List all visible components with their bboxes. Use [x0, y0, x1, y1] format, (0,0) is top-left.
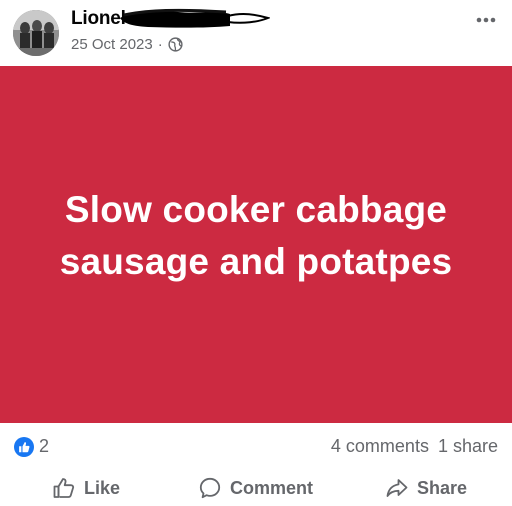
- meta-separator: ·: [157, 36, 163, 53]
- avatar[interactable]: [13, 10, 59, 56]
- like-reaction-icon: [14, 436, 34, 457]
- comment-button[interactable]: Comment: [198, 476, 313, 500]
- avatar-photo: [13, 10, 59, 56]
- engagement-counts: 4 comments 1 share: [331, 436, 498, 457]
- reaction-summary[interactable]: 2: [14, 436, 49, 457]
- post-image-text: Slow cooker cabbage sausage and potatpes: [59, 188, 453, 282]
- like-thumb-icon: [53, 478, 75, 498]
- more-options-icon: [476, 17, 496, 23]
- post-stats: 2 4 comments 1 share: [0, 428, 512, 464]
- more-options-button[interactable]: [470, 8, 502, 32]
- shares-count[interactable]: 1 share: [438, 436, 498, 457]
- post-date[interactable]: 25 Oct 2023: [71, 36, 153, 53]
- share-arrow-icon: [386, 479, 408, 497]
- comment-label: Comment: [230, 477, 314, 498]
- post-header: Lionel 25 Oct 2023 ·: [0, 0, 512, 66]
- post-image[interactable]: Slow cooker cabbage sausage and potatpes: [0, 66, 512, 423]
- redaction-scribble: [120, 8, 270, 28]
- share-label: Share: [417, 477, 468, 498]
- post-actions: Like Comment Share: [0, 470, 512, 506]
- comments-count[interactable]: 4 comments: [331, 436, 429, 457]
- reaction-count: 2: [39, 436, 50, 456]
- post-meta: 25 Oct 2023 ·: [71, 36, 183, 53]
- share-button[interactable]: Share: [385, 476, 467, 500]
- like-label: Like: [84, 477, 121, 498]
- globe-icon: [168, 37, 183, 52]
- like-button[interactable]: Like: [52, 476, 120, 500]
- comment-bubble-icon: [199, 477, 221, 499]
